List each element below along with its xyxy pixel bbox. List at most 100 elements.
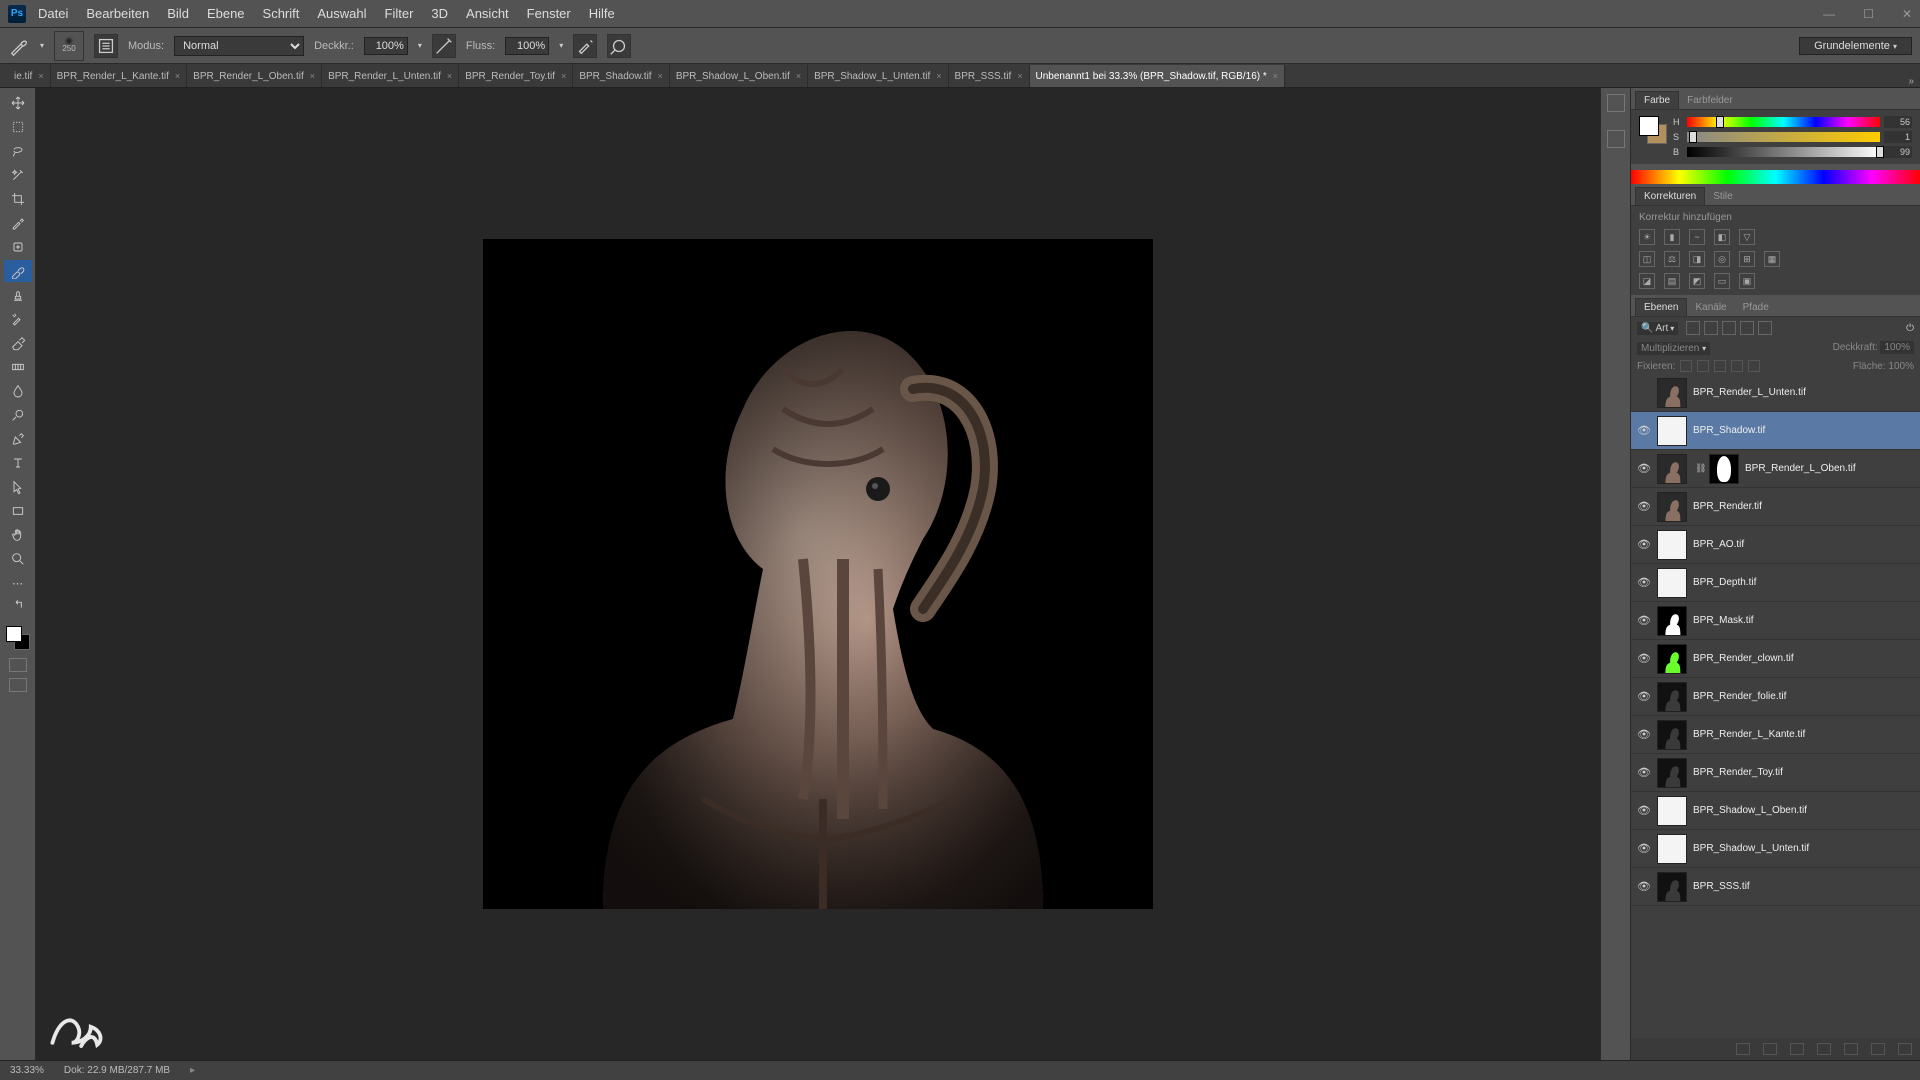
layer-name[interactable]: BPR_Render_folie.tif xyxy=(1693,691,1786,702)
layer-visibility-icon[interactable]: 👁 xyxy=(1631,842,1657,855)
close-tab-icon[interactable]: × xyxy=(936,71,941,81)
layer-thumbnail[interactable] xyxy=(1657,454,1687,484)
filter-smart-icon[interactable] xyxy=(1758,321,1772,335)
adj-poster-icon[interactable]: ▤ xyxy=(1664,273,1680,289)
filter-shape-icon[interactable] xyxy=(1740,321,1754,335)
layer-row[interactable]: 👁BPR_Render_clown.tif xyxy=(1631,640,1920,678)
collapsed-dock[interactable] xyxy=(1600,88,1630,1060)
layer-thumbnail[interactable] xyxy=(1657,568,1687,598)
layer-visibility-icon[interactable]: 👁 xyxy=(1631,880,1657,893)
layer-row[interactable]: 👁BPR_Render_Toy.tif xyxy=(1631,754,1920,792)
layer-name[interactable]: BPR_Depth.tif xyxy=(1693,577,1756,588)
menu-bearbeiten[interactable]: Bearbeiten xyxy=(86,6,149,21)
link-layers-icon[interactable] xyxy=(1736,1043,1750,1055)
lock-trans-icon[interactable] xyxy=(1680,360,1692,372)
stamp-tool[interactable] xyxy=(4,284,32,306)
path-select-tool[interactable] xyxy=(4,476,32,498)
tab-ebenen[interactable]: Ebenen xyxy=(1635,298,1687,316)
new-group-icon[interactable] xyxy=(1844,1043,1858,1055)
document-tab[interactable]: BPR_Shadow_L_Oben.tif× xyxy=(670,65,808,87)
tool-dropdown-icon[interactable]: ▾ xyxy=(40,41,44,50)
layer-row[interactable]: BPR_Render_L_Unten.tif xyxy=(1631,374,1920,412)
filter-toggle-icon[interactable]: ⏻ xyxy=(1906,323,1914,334)
layer-name[interactable]: BPR_Shadow.tif xyxy=(1693,425,1765,436)
adj-invert-icon[interactable]: ◪ xyxy=(1639,273,1655,289)
marquee-tool[interactable] xyxy=(4,116,32,138)
layer-visibility-icon[interactable]: 👁 xyxy=(1631,424,1657,437)
gradient-tool[interactable] xyxy=(4,356,32,378)
opacity-dropdown-icon[interactable]: ▾ xyxy=(418,41,422,50)
adj-photofilter-icon[interactable]: ◎ xyxy=(1714,251,1730,267)
hue-slider[interactable] xyxy=(1687,117,1880,127)
layer-row[interactable]: 👁BPR_SSS.tif xyxy=(1631,868,1920,906)
workspace-select[interactable]: Grundelemente ▾ xyxy=(1799,37,1912,55)
properties-panel-icon[interactable] xyxy=(1607,130,1625,148)
history-brush-tool[interactable] xyxy=(4,308,32,330)
close-tab-icon[interactable]: × xyxy=(175,71,180,81)
close-tab-icon[interactable]: × xyxy=(447,71,452,81)
lock-artboard-icon[interactable] xyxy=(1731,360,1743,372)
adj-bw-icon[interactable]: ◨ xyxy=(1689,251,1705,267)
menu-auswahl[interactable]: Auswahl xyxy=(317,6,366,21)
canvas[interactable] xyxy=(36,88,1600,1060)
layer-thumbnail[interactable] xyxy=(1657,530,1687,560)
bri-slider[interactable] xyxy=(1687,147,1880,157)
menu-ansicht[interactable]: Ansicht xyxy=(466,6,509,21)
bri-value[interactable]: 99 xyxy=(1884,146,1912,158)
layer-row[interactable]: 👁BPR_Render_L_Kante.tif xyxy=(1631,716,1920,754)
document-tab[interactable]: BPR_Render_Toy.tif× xyxy=(459,65,573,87)
layer-thumbnail[interactable] xyxy=(1657,606,1687,636)
layer-visibility-icon[interactable]: 👁 xyxy=(1631,538,1657,551)
brush-preview[interactable]: 250 xyxy=(54,31,84,61)
layer-row[interactable]: 👁 BPR_Shadow_L_Oben.tif xyxy=(1631,792,1920,830)
layer-visibility-icon[interactable]: 👁 xyxy=(1631,462,1657,475)
layer-fill-input[interactable]: 100% xyxy=(1888,361,1914,372)
brush-panel-toggle[interactable] xyxy=(94,34,118,58)
layer-thumbnail[interactable] xyxy=(1657,720,1687,750)
close-icon[interactable]: ✕ xyxy=(1902,7,1912,21)
sat-slider[interactable] xyxy=(1687,132,1880,142)
eyedropper-tool[interactable] xyxy=(4,212,32,234)
type-tool[interactable] xyxy=(4,452,32,474)
layer-thumbnail[interactable] xyxy=(1657,644,1687,674)
menu-schrift[interactable]: Schrift xyxy=(263,6,300,21)
filter-type-icon[interactable] xyxy=(1722,321,1736,335)
new-adjust-icon[interactable] xyxy=(1817,1043,1831,1055)
layer-thumbnail[interactable] xyxy=(1657,492,1687,522)
menu-hilfe[interactable]: Hilfe xyxy=(589,6,615,21)
layer-mask-icon[interactable] xyxy=(1790,1043,1804,1055)
layer-name[interactable]: BPR_AO.tif xyxy=(1693,539,1744,550)
layer-thumbnail[interactable] xyxy=(1657,682,1687,712)
layer-thumbnail[interactable] xyxy=(1657,872,1687,902)
adj-exposure-icon[interactable]: ◧ xyxy=(1714,229,1730,245)
menu-bild[interactable]: Bild xyxy=(167,6,189,21)
color-swatches[interactable] xyxy=(6,626,30,650)
flow-dropdown-icon[interactable]: ▾ xyxy=(559,41,563,50)
layer-visibility-icon[interactable]: 👁 xyxy=(1631,576,1657,589)
filter-pixel-icon[interactable] xyxy=(1686,321,1700,335)
layer-row[interactable]: 👁 BPR_Shadow.tif xyxy=(1631,412,1920,450)
menu-datei[interactable]: Datei xyxy=(38,6,68,21)
window-controls[interactable]: — ☐ ✕ xyxy=(1823,7,1912,21)
filter-adjust-icon[interactable] xyxy=(1704,321,1718,335)
delete-layer-icon[interactable] xyxy=(1898,1043,1912,1055)
layer-thumbnail[interactable] xyxy=(1657,416,1687,446)
layer-name[interactable]: BPR_Shadow_L_Oben.tif xyxy=(1693,805,1807,816)
layer-row[interactable]: 👁BPR_Render.tif xyxy=(1631,488,1920,526)
new-layer-icon[interactable] xyxy=(1871,1043,1885,1055)
layer-visibility-icon[interactable]: 👁 xyxy=(1631,804,1657,817)
document-tab[interactable]: BPR_Render_L_Unten.tif× xyxy=(322,65,459,87)
tab-stile[interactable]: Stile xyxy=(1705,188,1740,205)
layer-link-icon[interactable]: ⛓ xyxy=(1695,463,1707,474)
close-tab-icon[interactable]: × xyxy=(38,71,43,81)
menu-ebene[interactable]: Ebene xyxy=(207,6,245,21)
blend-mode-dropdown[interactable]: Multiplizieren ▾ xyxy=(1637,342,1710,355)
layer-name[interactable]: BPR_Shadow_L_Unten.tif xyxy=(1693,843,1809,854)
layer-visibility-icon[interactable]: 👁 xyxy=(1631,652,1657,665)
blend-mode-select[interactable]: Normal xyxy=(174,36,304,56)
close-tab-icon[interactable]: × xyxy=(1273,71,1278,81)
document-tab[interactable]: BPR_Render_L_Oben.tif× xyxy=(187,65,322,87)
pressure-opacity-toggle[interactable] xyxy=(432,34,456,58)
adj-hue-icon[interactable]: ◫ xyxy=(1639,251,1655,267)
layer-row[interactable]: 👁BPR_Mask.tif xyxy=(1631,602,1920,640)
